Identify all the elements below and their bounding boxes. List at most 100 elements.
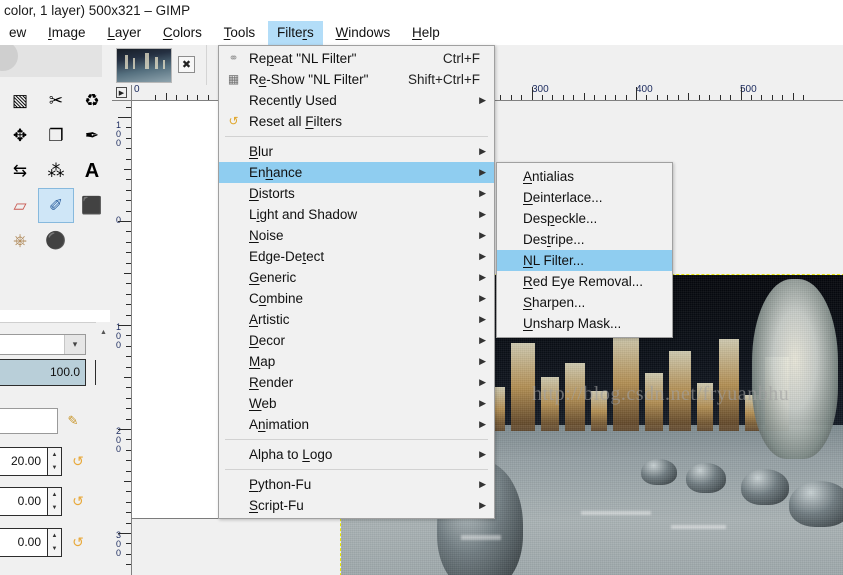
brush-mode-combo[interactable]: ▾ [0, 334, 86, 355]
menu-item-shortcut: Ctrl+F [442, 51, 480, 66]
brush-angle-value: 0.00 [17, 535, 41, 549]
tool-paths[interactable]: ⁂ [38, 153, 74, 188]
opacity-slider[interactable]: 100.0 ▲ ▼ [0, 359, 109, 386]
menu-layer[interactable]: Layer [98, 21, 150, 45]
tool-flip[interactable]: ⇆ [2, 153, 38, 188]
submenu-item-nl-filter[interactable]: NL Filter... [497, 250, 672, 271]
menu-item-render[interactable]: Render ▶ [219, 372, 494, 393]
menu-item-map[interactable]: Map ▶ [219, 351, 494, 372]
menu-item-blur[interactable]: Blur ▶ [219, 141, 494, 162]
menu-item-python-fu[interactable]: Python-Fu ▶ [219, 474, 494, 495]
menu-image[interactable]: Image [39, 21, 95, 45]
close-image-button[interactable]: ✖ [178, 56, 195, 73]
spinner-up-icon[interactable]: ▲ [48, 488, 61, 502]
edit-brush-button[interactable]: ✎ [63, 411, 83, 431]
menu-tools[interactable]: Tools [215, 21, 265, 45]
quickmask-toggle-icon[interactable]: ▶ [116, 87, 127, 98]
tool-ink[interactable]: ✒ [74, 118, 110, 153]
spinner-down-icon[interactable]: ▼ [48, 502, 61, 516]
menu-item-light-and-shadow[interactable]: Light and Shadow ▶ [219, 204, 494, 225]
submenu-arrow-icon: ▶ [479, 314, 486, 324]
gimp-logo-watermark [0, 45, 102, 77]
submenu-item-unsharp-mask[interactable]: Unsharp Mask... [497, 313, 672, 334]
menu-item-edge-detect[interactable]: Edge-Detect ▶ [219, 246, 494, 267]
submenu-item-antialias[interactable]: Antialias [497, 166, 672, 187]
menu-item-artistic[interactable]: Artistic ▶ [219, 309, 494, 330]
submenu-arrow-icon: ▶ [479, 167, 486, 177]
brush-aspect-field[interactable]: 0.00 ▲ ▼ [0, 487, 62, 516]
menu-item-reset-all-filters[interactable]: ↺ Reset all Filters [219, 111, 494, 132]
menu-item-combine[interactable]: Combine ▶ [219, 288, 494, 309]
opacity-value: 100.0 [49, 365, 80, 379]
menu-item-script-fu[interactable]: Script-Fu ▶ [219, 495, 494, 516]
menu-view[interactable]: ew [0, 21, 35, 45]
image-thumbnail[interactable] [116, 48, 172, 83]
submenu-item-sharpen[interactable]: Sharpen... [497, 292, 672, 313]
brush-aspect-spinner[interactable]: ▲ ▼ [47, 488, 61, 515]
ruler-origin-corner[interactable]: ▶ [112, 85, 132, 101]
chevron-down-icon[interactable]: ▾ [64, 335, 85, 354]
brush-name-field[interactable] [0, 408, 58, 434]
tool-smudge[interactable]: ⎈ [2, 223, 38, 258]
reset-brush-aspect-button[interactable]: ↺ [68, 491, 88, 511]
menu-item-noise[interactable]: Noise ▶ [219, 225, 494, 246]
tool-move[interactable]: ✥ [2, 118, 38, 153]
menu-item-alpha-to-logo[interactable]: Alpha to Logo ▶ [219, 444, 494, 465]
tool-bucket-fill[interactable]: ▧ [2, 83, 38, 118]
tool-ink-bottle[interactable]: ⬛ [74, 188, 110, 223]
tool-text[interactable]: A [74, 153, 110, 188]
spinner-down-icon[interactable]: ▼ [48, 543, 61, 557]
menu-item-reshow-nl-filter[interactable]: ▦ Re-Show "NL Filter" Shift+Ctrl+F [219, 69, 494, 90]
menu-item-generic[interactable]: Generic ▶ [219, 267, 494, 288]
tool-blur-sharpen[interactable]: ⚫ [38, 223, 74, 258]
menu-item-label: Recently Used [249, 93, 337, 108]
menu-help[interactable]: Help [403, 21, 449, 45]
brush-size-field[interactable]: 20.00 ▲ ▼ [0, 447, 62, 476]
submenu-item-deinterlace[interactable]: Deinterlace... [497, 187, 672, 208]
submenu-arrow-icon: ▶ [479, 335, 486, 345]
brush-size-spinner[interactable]: ▲ ▼ [47, 448, 61, 475]
spinner-up-icon[interactable]: ▲ [48, 529, 61, 543]
tool-airbrush[interactable]: ✐ [38, 188, 74, 223]
menu-item-decor[interactable]: Decor ▶ [219, 330, 494, 351]
hruler-label-500: 500 [740, 85, 757, 95]
menu-item-distorts[interactable]: Distorts ▶ [219, 183, 494, 204]
spinner-down-icon[interactable]: ▼ [48, 462, 61, 476]
spinner-up-icon[interactable]: ▲ [48, 448, 61, 462]
reset-arrow-icon: ↺ [72, 492, 84, 509]
enhance-submenu: Antialias Deinterlace... Despeckle... De… [496, 162, 673, 338]
submenu-item-despeckle[interactable]: Despeckle... [497, 208, 672, 229]
menu-item-web[interactable]: Web ▶ [219, 393, 494, 414]
blog-watermark: http://blog.csdn.net/fryuanbhu [532, 383, 790, 405]
reset-brush-angle-button[interactable]: ↺ [68, 532, 88, 552]
menu-bar: ew Image Layer Colors Tools Filters Wind… [0, 21, 843, 45]
menu-filters[interactable]: Filters [267, 21, 323, 45]
menu-item-label: Generic [249, 270, 297, 285]
repeat-filter-icon: ⚭ [228, 51, 239, 65]
scroll-up-icon[interactable]: ▲ [98, 327, 109, 338]
tool-eraser[interactable]: ▱ [2, 188, 38, 223]
menu-item-label: Decor [249, 333, 286, 348]
reset-filters-icon: ↺ [228, 114, 239, 128]
submenu-item-destripe[interactable]: Destripe... [497, 229, 672, 250]
tool-scissors-select[interactable]: ✂ [38, 83, 74, 118]
menu-item-label: Destripe... [523, 232, 585, 247]
hruler-label-300: 300 [532, 85, 549, 95]
submenu-arrow-icon: ▶ [479, 449, 486, 459]
menu-windows[interactable]: Windows [326, 21, 399, 45]
reset-brush-size-button[interactable]: ↺ [68, 451, 88, 471]
menu-item-recently-used[interactable]: Recently Used ▶ [219, 90, 494, 111]
tool-align[interactable]: ❐ [38, 118, 74, 153]
menu-colors[interactable]: Colors [154, 21, 211, 45]
vertical-ruler[interactable]: 100 0 100 200 300 [112, 101, 132, 575]
tool-cage-transform[interactable]: ♻ [74, 83, 110, 118]
brush-angle-field[interactable]: 0.00 ▲ ▼ [0, 528, 62, 557]
brush-angle-spinner[interactable]: ▲ ▼ [47, 529, 61, 556]
tool-options-scrollbar[interactable]: ▲ [98, 327, 109, 567]
brush-aspect-value: 0.00 [17, 494, 41, 508]
menu-item-repeat-nl-filter[interactable]: ⚭ Repeat "NL Filter" Ctrl+F [219, 48, 494, 69]
menu-item-animation[interactable]: Animation ▶ [219, 414, 494, 435]
menu-item-enhance[interactable]: Enhance ▶ [219, 162, 494, 183]
submenu-item-red-eye-removal[interactable]: Red Eye Removal... [497, 271, 672, 292]
menu-item-label: Artistic [249, 312, 290, 327]
